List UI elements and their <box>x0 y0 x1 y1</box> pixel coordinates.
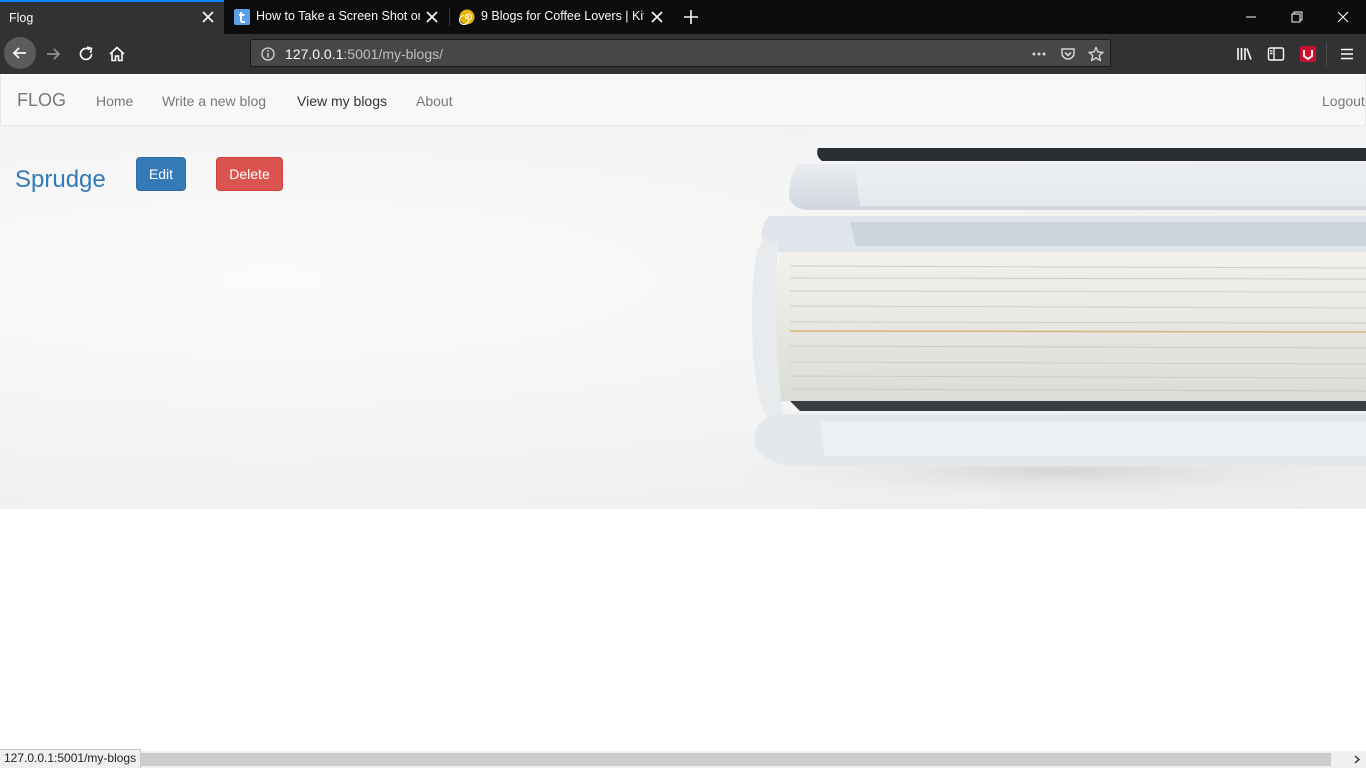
delete-button[interactable]: Delete <box>216 157 283 191</box>
logout-link[interactable]: Logout <box>1322 93 1365 109</box>
scroll-right-arrow-icon[interactable] <box>1350 753 1364 766</box>
kitchn-spiral-icon <box>459 9 475 25</box>
back-arrow-icon <box>12 47 26 59</box>
tab-screenshot-article[interactable]: How to Take a Screen Shot on a <box>224 0 449 34</box>
sidebar-toggle-icon[interactable] <box>1267 45 1285 63</box>
close-window-button[interactable] <box>1320 0 1366 34</box>
home-icon <box>109 46 125 62</box>
page-actions-more-icon[interactable] <box>1031 46 1047 62</box>
pocket-icon[interactable] <box>1060 46 1076 62</box>
forward-button[interactable] <box>43 44 63 64</box>
edit-button[interactable]: Edit <box>136 157 186 191</box>
close-tab-icon[interactable] <box>200 9 216 25</box>
nav-home-link[interactable]: Home <box>96 93 133 109</box>
library-icon[interactable] <box>1235 45 1253 63</box>
tumblr-t-icon <box>234 9 250 25</box>
url-text[interactable]: 127.0.0.1:5001/my-blogs/ <box>285 46 443 62</box>
nav-write-blog-link[interactable]: Write a new blog <box>162 93 266 109</box>
url-path: :5001/my-blogs/ <box>343 46 443 62</box>
horizontal-scrollbar[interactable] <box>0 751 1366 768</box>
tab-coffee-blogs[interactable]: 9 Blogs for Coffee Lovers | Kitch <box>450 0 675 34</box>
nav-my-blogs-link[interactable]: View my blogs <box>297 93 387 109</box>
tab-strip: Flog How to Take a Screen Shot on a 9 Bl… <box>0 0 1366 34</box>
back-button[interactable] <box>4 37 36 69</box>
mcafee-shield-icon[interactable] <box>1299 45 1317 63</box>
minimize-icon <box>1246 16 1256 18</box>
page-viewport: FLOG Home Write a new blog View my blogs… <box>0 74 1366 768</box>
tab-title: How to Take a Screen Shot on a <box>256 9 420 23</box>
close-icon <box>1337 11 1349 23</box>
tab-flog[interactable]: Flog <box>0 0 224 34</box>
reload-button[interactable] <box>76 44 96 64</box>
minimize-button[interactable] <box>1228 0 1274 34</box>
status-link-preview: 127.0.0.1:5001/my-blogs <box>0 749 142 768</box>
home-button[interactable] <box>107 44 127 64</box>
close-tab-icon[interactable] <box>649 9 665 25</box>
browser-toolbar: 127.0.0.1:5001/my-blogs/ <box>0 34 1366 74</box>
new-tab-plus-icon[interactable] <box>681 7 701 27</box>
toolbar-divider <box>1326 42 1327 66</box>
hamburger-menu-icon[interactable] <box>1338 45 1356 63</box>
site-navbar: FLOG Home Write a new blog View my blogs… <box>0 74 1366 126</box>
site-info-icon[interactable] <box>261 47 275 61</box>
restore-icon <box>1291 11 1303 23</box>
reload-icon <box>79 46 93 61</box>
blog-title-link[interactable]: Sprudge <box>15 166 106 194</box>
nav-about-link[interactable]: About <box>416 93 453 109</box>
url-bar[interactable]: 127.0.0.1:5001/my-blogs/ <box>250 39 1111 67</box>
forward-arrow-icon <box>47 48 61 60</box>
scrollbar-thumb[interactable] <box>0 753 1331 766</box>
brand-logo-link[interactable]: FLOG <box>17 90 66 111</box>
hero-background: Sprudge Edit Delete <box>0 126 1366 509</box>
bookmark-star-icon[interactable] <box>1088 46 1104 62</box>
tab-title: 9 Blogs for Coffee Lovers | Kitch <box>481 9 644 23</box>
stacked-books-image <box>720 126 1366 501</box>
close-tab-icon[interactable] <box>424 9 440 25</box>
tab-title: Flog <box>9 11 34 25</box>
url-host: 127.0.0.1 <box>285 46 344 62</box>
restore-button[interactable] <box>1274 0 1320 34</box>
